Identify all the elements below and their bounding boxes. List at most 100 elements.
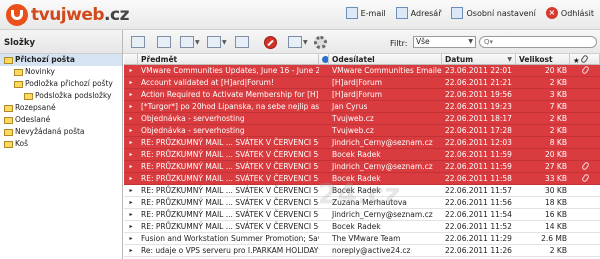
- folder-icon: [24, 92, 33, 100]
- folder-spam[interactable]: Nevyžádaná pošta: [0, 126, 122, 138]
- message-row[interactable]: ▸ Fusion and Workstation Summer Promotion…: [124, 233, 600, 245]
- message-row[interactable]: ▸ Objednávka - serverhosting Tvujweb.cz 22.…: [124, 125, 600, 137]
- sort-desc-icon: ▼: [507, 56, 512, 63]
- folder-inbox-sub[interactable]: Podložka přichozí pošty: [0, 78, 122, 90]
- message-row[interactable]: ▸ RE: PRŮZKUMNÝ MAIL ... SVÁTEK V ČERVENC…: [124, 161, 600, 173]
- message-row[interactable]: ▸ [*Turgor*] po 20hod Lipanska, na sebe n…: [124, 101, 600, 113]
- nav-settings[interactable]: Osobní nastavení: [451, 7, 536, 19]
- read-status-cell: [319, 233, 329, 245]
- message-row[interactable]: ▸ RE: PRŮZKUMNÝ MAIL ... SVÁTEK V ČERVENC…: [124, 137, 600, 149]
- column-date[interactable]: Datum ▼: [442, 54, 516, 65]
- message-flags: [570, 101, 600, 113]
- logo[interactable]: tvujweb.cz: [6, 4, 129, 26]
- folder-novinky[interactable]: Novinky: [0, 66, 122, 78]
- spam-icon: [4, 128, 13, 136]
- thread-marker-icon: ▸: [129, 163, 133, 170]
- message-sender: Tvujweb.cz: [332, 126, 374, 135]
- filter-label: Filtr:: [390, 39, 408, 48]
- message-flags: [570, 161, 600, 173]
- attachment-icon: [580, 54, 590, 64]
- forward-button[interactable]: ▼: [207, 34, 227, 50]
- message-subject: Fusion and Workstation Summer Promotion;…: [141, 234, 319, 243]
- message-sender: Jindrich_Cerny@seznam.cz: [332, 162, 433, 171]
- column-sender[interactable]: Odesílatel: [329, 54, 442, 65]
- message-subject: Account validated at [H]ard|Forum!: [141, 78, 274, 87]
- message-flags: [570, 197, 600, 209]
- compose-button[interactable]: [157, 34, 171, 50]
- nav-email[interactable]: E-mail: [345, 7, 386, 19]
- message-row[interactable]: ▸ RE: PRŮZKUMNÝ MAIL ... SVÁTEK V ČERVENC…: [124, 221, 600, 233]
- message-row[interactable]: ▸ RE: PRŮZKUMNÝ MAIL ... SVÁTEK V ČERVENC…: [124, 149, 600, 161]
- sent-icon: [4, 116, 13, 124]
- read-status-cell: [319, 161, 329, 173]
- message-row[interactable]: ▸ RE: PRŮZKUMNÝ MAIL ... SVÁTEK V ČERVENC…: [124, 173, 600, 185]
- column-size[interactable]: Velikost: [516, 54, 570, 65]
- message-row[interactable]: ▸ Objednávka - serverhosting Tvujweb.cz 22.…: [124, 113, 600, 125]
- message-date: 22.06.2011 11:54: [445, 210, 512, 219]
- message-size: 2 KB: [549, 126, 567, 135]
- message-row[interactable]: ▸ Action Required to Activate Membership …: [124, 89, 600, 101]
- thread-marker-icon: ▸: [129, 235, 133, 242]
- check-mail-button[interactable]: [131, 34, 145, 50]
- message-date: 22.06.2011 12:03: [445, 138, 512, 147]
- read-status-cell: [319, 125, 329, 137]
- message-size: 2.6 MB: [541, 234, 567, 243]
- folder-sidebar: Složky Přichozí pošta Novinky Podložka p…: [0, 30, 123, 259]
- folder-icon: [4, 56, 13, 64]
- folder-icon: [14, 68, 23, 76]
- message-date: 22.06.2011 19:23: [445, 102, 512, 111]
- folder-drafts[interactable]: Rozepsané: [0, 102, 122, 114]
- nav-address-book-label: Adresář: [410, 8, 442, 18]
- message-row[interactable]: ▸ Re: udaje o VPS serveru pro I.PARKAM HO…: [124, 245, 600, 257]
- read-status-cell: [319, 113, 329, 125]
- read-status-cell: [319, 173, 329, 185]
- message-subject: RE: PRŮZKUMNÝ MAIL ... SVÁTEK V ČERVENCI…: [141, 222, 319, 231]
- message-date: 23.06.2011 22:01: [445, 66, 512, 75]
- message-size: 2 KB: [549, 114, 567, 123]
- thread-marker-icon: ▸: [129, 211, 133, 218]
- column-flags[interactable]: ★: [570, 54, 600, 65]
- header-nav: E-mail Adresář Osobní nastavení × Odhlás…: [345, 7, 594, 19]
- message-flags: [570, 221, 600, 233]
- read-status-cell: [319, 65, 329, 77]
- message-row[interactable]: ▸ RE: PRŮZKUMNÝ MAIL ... SVÁTEK V ČERVENC…: [124, 197, 600, 209]
- folder-inbox[interactable]: Přichozí pošta: [0, 54, 122, 66]
- nav-address-book[interactable]: Adresář: [395, 7, 442, 19]
- folder-sent[interactable]: Odeslané: [0, 114, 122, 126]
- message-date: 22.06.2011 11:56: [445, 198, 512, 207]
- star-icon: ★: [573, 56, 580, 65]
- filter-select[interactable]: Vše ▼: [413, 36, 476, 48]
- message-flags: [570, 245, 600, 257]
- column-subject[interactable]: Předmět: [138, 54, 319, 65]
- message-row[interactable]: ▸ RE: PRŮZKUMNÝ MAIL ... SVÁTEK V ČERVENC…: [124, 185, 600, 197]
- message-size: 2 KB: [549, 246, 567, 255]
- message-subject: RE: PRŮZKUMNÝ MAIL ... SVÁTEK V ČERVENCI…: [141, 198, 319, 207]
- reply-button[interactable]: ▼: [180, 34, 200, 50]
- compose-icon: [157, 36, 171, 48]
- mark-button[interactable]: ▼: [288, 34, 308, 50]
- message-sender: Jindrich_Cerny@seznam.cz: [332, 210, 433, 219]
- read-status-cell: [319, 149, 329, 161]
- folder-trash[interactable]: Koš: [0, 138, 122, 150]
- message-flags: [570, 113, 600, 125]
- column-thread[interactable]: [124, 54, 138, 65]
- message-row[interactable]: ▸ RE: PRŮZKUMNÝ MAIL ... SVÁTEK V ČERVENC…: [124, 209, 600, 221]
- delete-button[interactable]: [264, 34, 277, 50]
- message-row[interactable]: ▸ Account validated at [H]ard|Forum! [H]ar…: [124, 77, 600, 89]
- message-row[interactable]: ▸ VMware Communities Updates, June 16 - J…: [124, 65, 600, 77]
- message-sender: Bocek Radek: [332, 174, 381, 183]
- nav-logout[interactable]: × Odhlásit: [545, 7, 594, 19]
- search-input[interactable]: Q▾: [479, 36, 597, 48]
- column-status[interactable]: [319, 54, 329, 65]
- thread-marker-icon: ▸: [129, 91, 133, 98]
- message-flags: [570, 149, 600, 161]
- message-size: 18 KB: [545, 198, 567, 207]
- folder-sub-sub[interactable]: Podsložka podsložky: [0, 90, 122, 102]
- thread-marker-icon: ▸: [129, 103, 133, 110]
- message-subject: RE: PRŮZKUMNÝ MAIL ... SVÁTEK V ČERVENCI…: [141, 186, 319, 195]
- message-sender: Bocek Radek: [332, 222, 381, 231]
- print-button[interactable]: [235, 34, 249, 50]
- more-settings-button[interactable]: [314, 34, 327, 50]
- message-date: 22.06.2011 11:29: [445, 234, 512, 243]
- sidebar-title: Složky: [0, 30, 122, 54]
